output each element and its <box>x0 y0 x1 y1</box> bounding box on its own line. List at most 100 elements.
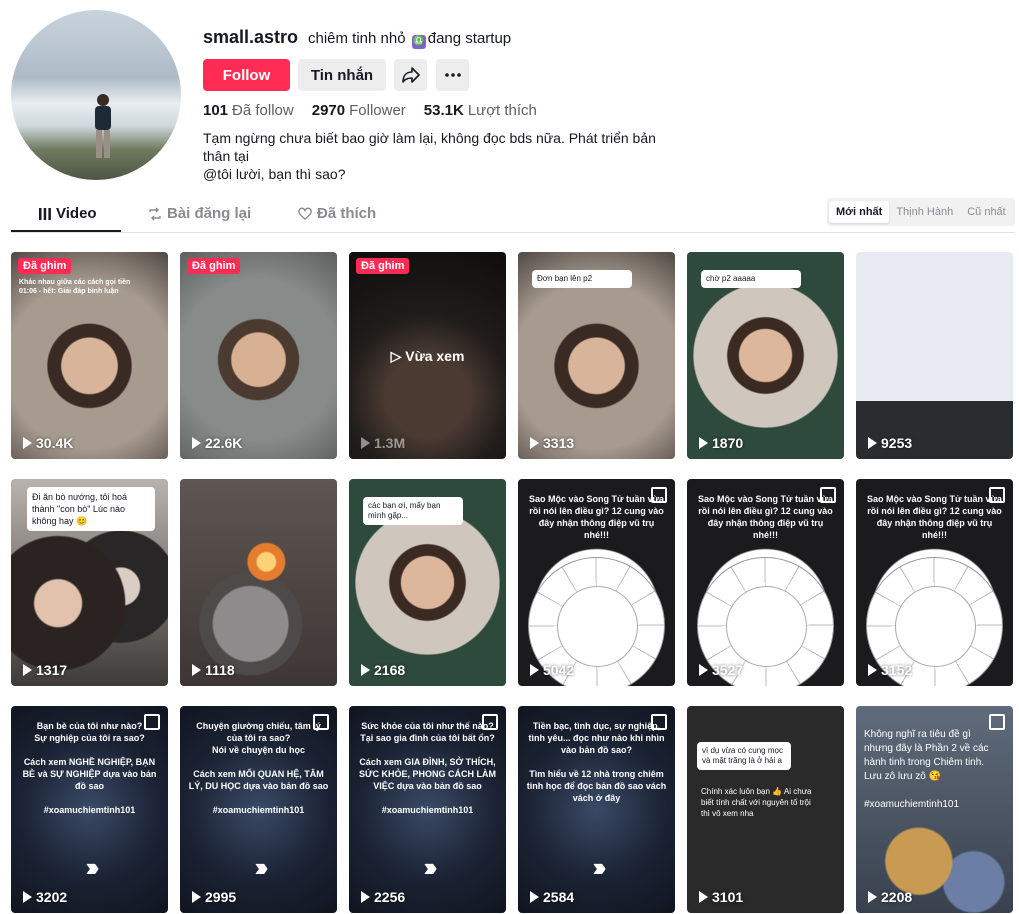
nickname-text-b: đang startup <box>427 30 512 47</box>
nickname-text-a: chiêm tinh nhỏ <box>308 30 406 47</box>
video-card[interactable]: Sao Mộc vào Song Tử tuần vừa rồi nói lên… <box>856 479 1013 686</box>
video-card[interactable]: Đã ghim 22.6K <box>180 252 337 459</box>
profile-bio: Tạm ngừng chưa biết bao giờ làm lại, khô… <box>203 129 683 183</box>
active-tab-indicator <box>11 230 121 232</box>
play-icon <box>530 664 539 676</box>
sort-newest[interactable]: Mới nhất <box>829 201 890 223</box>
video-card[interactable]: Bạn bè của tôi như nào? Sự nghiệp của tô… <box>11 706 168 913</box>
more-options-button[interactable] <box>436 59 469 91</box>
view-count: 1118 <box>192 662 235 678</box>
view-count: 2995 <box>192 889 236 905</box>
view-count-value: 1870 <box>712 435 744 451</box>
play-icon <box>699 891 708 903</box>
stat-followers[interactable]: 2970 Follower <box>312 102 406 119</box>
video-card[interactable]: 1118 <box>180 479 337 686</box>
video-card[interactable]: Không nghĩ ra tiêu đề gì nhưng đây là Ph… <box>856 706 1013 913</box>
video-card[interactable]: Sao Mộc vào Song Tử tuần vừa rồi nói lên… <box>518 479 675 686</box>
message-button[interactable]: Tin nhắn <box>298 59 386 91</box>
view-count-value: 2256 <box>374 889 406 905</box>
sort-oldest[interactable]: Cũ nhất <box>960 201 1013 223</box>
sort-toggle: Mới nhất Thịnh Hành Cũ nhất <box>827 198 1015 226</box>
swipe-arrows-icon: ››› <box>592 852 607 882</box>
video-caption: Bạn bè của tôi như nào? Sự nghiệp của tô… <box>22 721 157 815</box>
video-card[interactable]: Đi ăn bò nướng, tôi hoá thành "con bò" L… <box>11 479 168 686</box>
play-icon <box>361 437 370 449</box>
view-count: 3313 <box>530 435 574 451</box>
view-count-value: 1317 <box>36 662 68 678</box>
video-card[interactable]: Đơn bạn lên p2 3313 <box>518 252 675 459</box>
swipe-arrows-icon: ››› <box>85 852 100 882</box>
comment-reply-bubble: chờ p2 aaaaa <box>701 270 801 288</box>
video-caption: Chuyện giường chiếu, tâm lý của tôi ra s… <box>188 721 329 815</box>
video-card[interactable]: các bạn ơi, mấy bạn mình gặp... 2168 <box>349 479 506 686</box>
swipe-arrows-icon: ››› <box>254 852 269 882</box>
video-card[interactable]: 9253 <box>856 252 1013 459</box>
photo-carousel-icon <box>651 714 667 730</box>
video-card[interactable]: Sao Mộc vào Song Tử tuần vừa rồi nói lên… <box>687 479 844 686</box>
sort-popular[interactable]: Thịnh Hành <box>889 201 960 223</box>
view-count-value: 3152 <box>881 662 913 678</box>
video-card[interactable]: Khác nhau giữa các cách gọi tiền 01:06 -… <box>11 252 168 459</box>
play-icon <box>699 437 708 449</box>
profile-username: small.astro <box>203 27 299 47</box>
view-count: 3101 <box>699 889 743 905</box>
play-icon <box>361 891 370 903</box>
photo-carousel-icon <box>820 487 836 503</box>
play-icon <box>530 437 539 449</box>
view-count-value: 3101 <box>712 889 744 905</box>
view-count: 9253 <box>868 435 912 451</box>
video-card[interactable]: Tiền bạc, tình dục, sự nghiệp, tình yêu.… <box>518 706 675 913</box>
view-count-value: 2168 <box>374 662 406 678</box>
profile-avatar[interactable] <box>11 10 181 180</box>
comment-reply-bubble: vì dụ vừa có cung mọc và mặt trăng là ở … <box>697 742 791 770</box>
photo-carousel-icon <box>144 714 160 730</box>
view-count-value: 3202 <box>36 889 68 905</box>
photo-carousel-icon <box>651 487 667 503</box>
stat-following[interactable]: 101 Đã follow <box>203 102 294 119</box>
view-count-value: 3527 <box>712 662 744 678</box>
view-count-value: 2208 <box>881 889 913 905</box>
video-caption: Sức khỏe của tôi như thế nào? Tại sao gi… <box>359 721 496 815</box>
video-card[interactable]: vì dụ vừa có cung mọc và mặt trăng là ở … <box>687 706 844 913</box>
view-count: 3152 <box>868 662 912 678</box>
pinned-badge: Đã ghim <box>18 258 72 274</box>
repost-icon <box>149 207 161 220</box>
swipe-arrows-icon: ››› <box>423 852 438 882</box>
photo-carousel-icon <box>989 714 1005 730</box>
recently-watched-label: ▷ Vừa xem <box>390 348 465 364</box>
view-count-value: 1.3M <box>374 435 406 451</box>
follow-button[interactable]: Follow <box>203 59 290 91</box>
tab-video[interactable]: Video <box>39 205 97 222</box>
video-caption: Sao Mộc vào Song Tử tuần vừa rồi nói lên… <box>528 494 665 540</box>
view-count: 2168 <box>361 662 405 678</box>
view-count-value: 2995 <box>205 889 237 905</box>
view-count: 2208 <box>868 889 912 905</box>
view-count-value: 9253 <box>881 435 913 451</box>
play-icon <box>868 891 877 903</box>
tab-liked[interactable]: Đã thích <box>298 205 376 222</box>
share-button[interactable] <box>394 59 427 91</box>
profile-nickname: chiêm tinh nhỏ ♎ đang startup <box>308 30 511 49</box>
profile-stats: 101 Đã follow 2970 Follower 53.1K Lượt thíc… <box>203 102 537 119</box>
video-caption: Khác nhau giữa các cách gọi tiền 01:06 -… <box>19 279 131 295</box>
video-card[interactable]: Sức khỏe của tôi như thế nào? Tại sao gi… <box>349 706 506 913</box>
stat-label: Đã follow <box>232 102 294 119</box>
pinned-badge: Đã ghim <box>187 258 241 274</box>
stat-value: 101 <box>203 102 229 119</box>
libra-icon: ♎ <box>411 35 426 49</box>
tab-label: Bài đăng lại <box>167 205 252 222</box>
video-card[interactable]: chờ p2 aaaaa 1870 <box>687 252 844 459</box>
tab-repost[interactable]: Bài đăng lại <box>148 205 251 222</box>
comment-reply-bubble: các bạn ơi, mấy bạn mình gặp... <box>363 497 463 525</box>
view-count: 2584 <box>530 889 574 905</box>
stat-label: Follower <box>349 102 406 119</box>
view-count: 3527 <box>699 662 743 678</box>
play-icon <box>192 437 201 449</box>
play-icon <box>868 664 877 676</box>
video-card[interactable]: Đã ghim ▷ Vừa xem 1.3M <box>349 252 506 459</box>
bio-line-1: Tạm ngừng chưa biết bao giờ làm lại, khô… <box>203 130 656 164</box>
play-icon <box>699 664 708 676</box>
video-card[interactable]: Chuyện giường chiếu, tâm lý của tôi ra s… <box>180 706 337 913</box>
view-count: 30.4K <box>23 435 73 451</box>
more-dots-icon <box>444 73 461 77</box>
